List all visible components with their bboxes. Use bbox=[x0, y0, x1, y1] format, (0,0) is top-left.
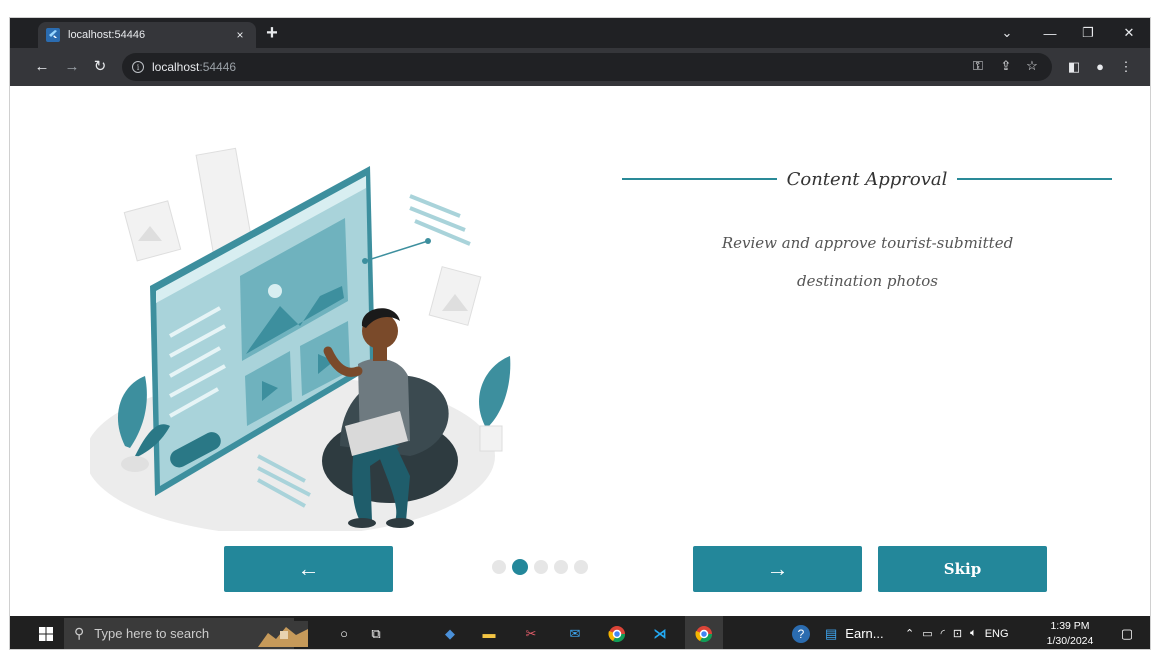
side-panel-icon[interactable]: ◧ bbox=[1064, 57, 1084, 77]
menu-icon[interactable]: ⋮ bbox=[1116, 57, 1136, 77]
browser-tab-strip: localhost:54446 × + ⌄ — ❐ ✕ bbox=[10, 18, 1150, 48]
page-indicator bbox=[492, 559, 588, 575]
earn-app-button[interactable]: ▤ Earn... bbox=[825, 616, 895, 649]
system-tray: ⌃ ▭ ◜ ⊡ 🔈︎ ENG bbox=[905, 616, 1009, 649]
browser-toolbar: ← → ↻ i localhost :54446 ⚿ ⇪ ☆ ◧ ● ⋮ bbox=[10, 48, 1150, 86]
previous-button[interactable]: ← bbox=[224, 546, 393, 592]
close-tab-icon[interactable]: × bbox=[232, 28, 248, 42]
reload-icon[interactable]: ↻ bbox=[90, 57, 110, 77]
back-icon[interactable]: ← bbox=[32, 57, 52, 77]
language-indicator[interactable]: ENG bbox=[985, 628, 1009, 640]
url-host: localhost bbox=[152, 60, 200, 74]
page-dot[interactable] bbox=[534, 560, 548, 574]
usb-icon[interactable]: ⊡ bbox=[953, 627, 962, 640]
profile-icon[interactable]: ● bbox=[1090, 57, 1110, 77]
vscode-icon[interactable]: ⋊ bbox=[643, 616, 677, 650]
show-hidden-icons-icon[interactable]: ⌃ bbox=[905, 627, 914, 640]
flutter-icon bbox=[46, 28, 60, 42]
wifi-icon[interactable]: ◜ bbox=[941, 627, 945, 640]
file-explorer-icon[interactable]: ▬ bbox=[472, 616, 506, 649]
page-dot-active[interactable] bbox=[512, 559, 528, 575]
active-app-indicator bbox=[648, 649, 672, 650]
clock-time: 1:39 PM bbox=[1050, 620, 1090, 632]
mail-icon[interactable]: ✉ bbox=[558, 616, 592, 649]
slide-description: Review and approve tourist-submitted des… bbox=[721, 234, 1014, 290]
key-icon[interactable]: ⚿ bbox=[968, 56, 988, 76]
search-highlight-icon[interactable] bbox=[254, 616, 312, 649]
battery-icon[interactable]: ▭ bbox=[922, 627, 932, 640]
tab-title: localhost:54446 bbox=[68, 29, 146, 41]
page-dot[interactable] bbox=[492, 560, 506, 574]
browser-tab[interactable]: localhost:54446 × bbox=[38, 22, 256, 48]
title-divider-right bbox=[957, 178, 1112, 180]
active-app-indicator bbox=[690, 649, 718, 650]
title-divider-left bbox=[622, 178, 777, 180]
earn-app-label: Earn... bbox=[845, 626, 884, 641]
tab-search-icon[interactable]: ⌄ bbox=[992, 18, 1022, 48]
share-icon[interactable]: ⇪ bbox=[996, 56, 1016, 76]
cortana-icon[interactable]: ○ bbox=[330, 616, 358, 649]
volume-icon[interactable]: 🔈︎ bbox=[970, 627, 977, 640]
slide-title: Content Approval bbox=[786, 168, 948, 190]
document-icon: ▤ bbox=[825, 625, 838, 641]
bookmark-star-icon[interactable]: ☆ bbox=[1022, 56, 1042, 76]
search-placeholder: Type here to search bbox=[94, 626, 210, 641]
close-window-icon[interactable]: ✕ bbox=[1114, 18, 1144, 48]
snipping-tool-icon[interactable]: ✂ bbox=[514, 616, 548, 649]
restore-icon[interactable]: ❐ bbox=[1073, 18, 1103, 48]
chrome-active-icon[interactable] bbox=[685, 616, 723, 650]
page-dot[interactable] bbox=[554, 560, 568, 574]
help-icon[interactable]: ? bbox=[786, 616, 816, 649]
page-dot[interactable] bbox=[574, 560, 588, 574]
forward-icon[interactable]: → bbox=[62, 57, 82, 77]
minimize-icon[interactable]: — bbox=[1035, 18, 1065, 48]
site-info-icon[interactable]: i bbox=[132, 61, 144, 73]
slide-title-row: Content Approval bbox=[622, 164, 1112, 194]
notification-icon[interactable]: ▢ bbox=[1110, 616, 1144, 649]
next-button[interactable]: → bbox=[693, 546, 862, 592]
address-bar[interactable]: i localhost :54446 bbox=[122, 53, 1052, 81]
skip-button[interactable]: Skip bbox=[878, 546, 1047, 592]
screen: localhost:54446 × + ⌄ — ❐ ✕ ← → ↻ i loca… bbox=[9, 17, 1151, 650]
onboarding-illustration bbox=[90, 147, 511, 531]
url-port: :54446 bbox=[199, 60, 237, 74]
search-icon: ⚲ bbox=[74, 625, 85, 641]
task-view-icon[interactable]: ⧉ bbox=[362, 616, 390, 649]
new-tab-button[interactable]: + bbox=[260, 21, 284, 45]
clock[interactable]: 1:39 PM 1/30/2024 bbox=[1040, 619, 1100, 649]
windows-taskbar: ⚲ Type here to search ○ ⧉ ◆ ▬ ✂ ✉ ⋊ ? ▤ … bbox=[10, 616, 1150, 650]
page-content: Content Approval Review and approve tour… bbox=[10, 86, 1150, 616]
chrome-icon[interactable] bbox=[600, 616, 634, 649]
clock-date: 1/30/2024 bbox=[1046, 635, 1094, 647]
windows-start-icon[interactable] bbox=[28, 616, 64, 649]
taskbar-app-icon[interactable]: ◆ bbox=[433, 616, 467, 649]
